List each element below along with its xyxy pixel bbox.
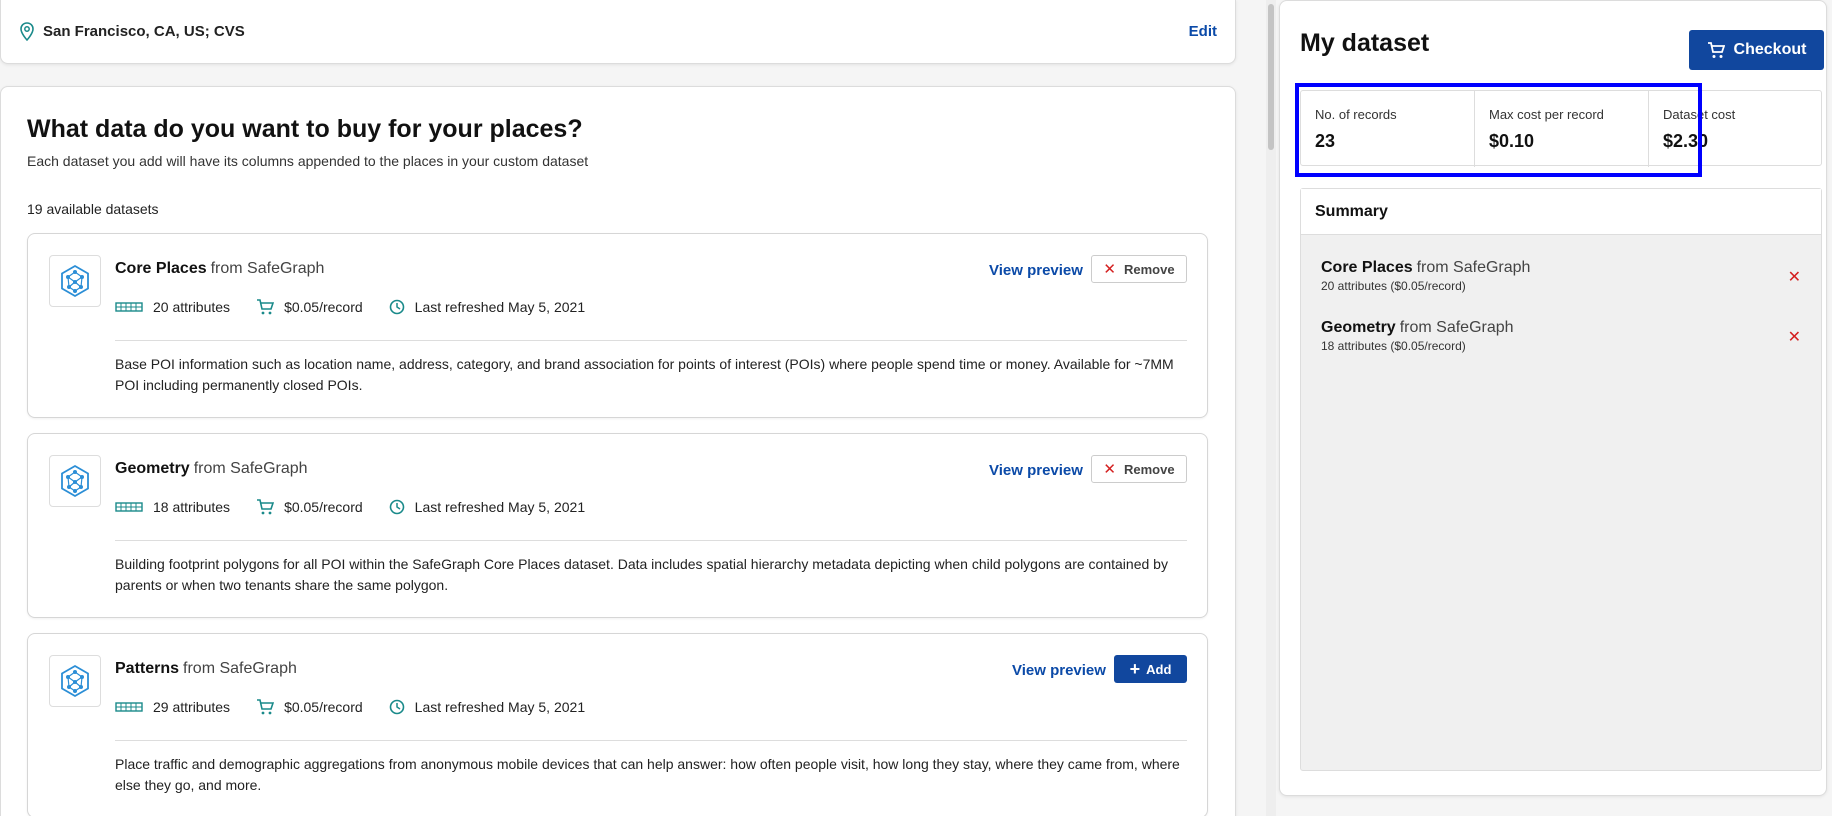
last-refreshed: Last refreshed May 5, 2021 — [414, 499, 586, 515]
price-meta: $0.05/record — [256, 499, 363, 515]
summary-title: Summary — [1301, 189, 1821, 235]
remove-dataset-button[interactable]: ✕ Remove — [1091, 255, 1187, 283]
dataset-title: Core Places from SafeGraph — [115, 260, 324, 278]
cart-icon — [257, 699, 275, 715]
safegraph-logo-icon — [49, 655, 101, 707]
attributes-meta: 20 attributes — [115, 299, 230, 315]
summary-item-source: from SafeGraph — [1416, 259, 1531, 276]
safegraph-logo-icon — [49, 455, 101, 507]
clock-icon — [389, 499, 404, 515]
view-preview-link[interactable]: View preview — [989, 462, 1083, 479]
add-label: Add — [1146, 661, 1172, 677]
clock-icon — [389, 299, 404, 315]
dataset-name: Patterns — [115, 660, 180, 677]
dataset-meta: 29 attributes $0.05/record Last refreshe… — [115, 699, 611, 715]
attributes-count: 18 attributes — [153, 499, 231, 515]
add-dataset-button[interactable]: + Add — [1114, 655, 1187, 683]
summary-item-source: from SafeGraph — [1399, 319, 1514, 336]
price-meta: $0.05/record — [256, 699, 363, 715]
my-dataset-panel: My dataset Checkout No. of records 23 Ma… — [1279, 0, 1827, 796]
last-refreshed: Last refreshed May 5, 2021 — [414, 699, 586, 715]
divider — [115, 540, 1187, 541]
dataset-source: from SafeGraph — [183, 660, 297, 677]
attributes-meta: 29 attributes — [115, 699, 230, 715]
summary-item: Geometry from SafeGraph 18 attributes ($0… — [1321, 319, 1801, 353]
available-datasets-count: 19 available datasets — [27, 201, 159, 217]
price-per-record: $0.05/record — [284, 299, 363, 315]
refresh-meta: Last refreshed May 5, 2021 — [389, 499, 585, 515]
columns-icon — [115, 702, 143, 712]
price-per-record: $0.05/record — [284, 699, 363, 715]
cart-icon — [1707, 41, 1725, 58]
refresh-meta: Last refreshed May 5, 2021 — [389, 699, 585, 715]
cart-icon — [257, 499, 275, 515]
attributes-count: 20 attributes — [153, 299, 231, 315]
dataset-catalog-card: What data do you want to buy for your pl… — [0, 86, 1236, 816]
dataset-title: Geometry from SafeGraph — [115, 460, 308, 478]
divider — [115, 740, 1187, 741]
dataset-description: Base POI information such as location na… — [115, 356, 1174, 393]
safegraph-logo-icon — [49, 255, 101, 307]
dataset-name: Core Places — [115, 260, 207, 277]
dataset-title: Patterns from SafeGraph — [115, 660, 297, 678]
checkout-button[interactable]: Checkout — [1689, 30, 1824, 70]
plus-icon: + — [1129, 658, 1141, 679]
summary-item: Core Places from SafeGraph 20 attributes … — [1321, 259, 1801, 293]
summary-item-attrs: 18 attributes ($0.05/record) — [1321, 339, 1466, 353]
summary-item-name: Core Places — [1321, 259, 1413, 276]
attributes-count: 29 attributes — [153, 699, 231, 715]
columns-icon — [115, 502, 143, 512]
remove-summary-item-icon[interactable]: ✕ — [1788, 267, 1801, 287]
close-icon: ✕ — [1103, 261, 1116, 278]
location-text: San Francisco, CA, US; CVS — [43, 23, 245, 40]
my-dataset-title: My dataset — [1300, 29, 1430, 57]
summary-item-attrs: 20 attributes ($0.05/record) — [1321, 279, 1466, 293]
location-bar: San Francisco, CA, US; CVS Edit — [0, 0, 1236, 64]
summary-panel: Summary Core Places from SafeGraph 20 att… — [1300, 188, 1822, 771]
refresh-meta: Last refreshed May 5, 2021 — [389, 299, 585, 315]
dataset-description: Building footprint polygons for all POI … — [115, 556, 1168, 593]
divider — [115, 340, 1187, 341]
stats-highlight-box — [1295, 83, 1702, 177]
summary-item-name: Geometry — [1321, 319, 1396, 336]
price-meta: $0.05/record — [256, 299, 363, 315]
columns-icon — [115, 302, 143, 312]
dataset-card-patterns: Patterns from SafeGraph 29 attributes $0.… — [27, 633, 1208, 816]
cart-icon — [257, 299, 275, 315]
page-subtitle: Each dataset you add will have its colum… — [27, 153, 589, 169]
dataset-source: from SafeGraph — [193, 460, 308, 477]
remove-label: Remove — [1124, 461, 1175, 477]
dataset-meta: 18 attributes $0.05/record Last refreshe… — [115, 499, 611, 515]
view-preview-link[interactable]: View preview — [1012, 662, 1106, 679]
page-title: What data do you want to buy for your pl… — [27, 115, 583, 143]
scrollbar-thumb[interactable] — [1268, 4, 1274, 150]
remove-dataset-button[interactable]: ✕ Remove — [1091, 455, 1187, 483]
remove-summary-item-icon[interactable]: ✕ — [1788, 327, 1801, 347]
map-pin-icon — [19, 21, 35, 42]
price-per-record: $0.05/record — [284, 499, 363, 515]
dataset-card-geometry: Geometry from SafeGraph 18 attributes $0.… — [27, 433, 1208, 618]
edit-location-link[interactable]: Edit — [1189, 23, 1217, 40]
dataset-meta: 20 attributes $0.05/record Last refreshe… — [115, 299, 611, 315]
last-refreshed: Last refreshed May 5, 2021 — [414, 299, 586, 315]
dataset-description: Place traffic and demographic aggregatio… — [115, 756, 1180, 793]
remove-label: Remove — [1124, 261, 1175, 277]
view-preview-link[interactable]: View preview — [989, 262, 1083, 279]
clock-icon — [389, 699, 404, 715]
summary-item-title: Core Places from SafeGraph — [1321, 259, 1801, 277]
summary-item-title: Geometry from SafeGraph — [1321, 319, 1801, 337]
attributes-meta: 18 attributes — [115, 499, 230, 515]
dataset-source: from SafeGraph — [210, 260, 325, 277]
close-icon: ✕ — [1103, 461, 1116, 478]
dataset-name: Geometry — [115, 460, 190, 477]
dataset-card-core-places: Core Places from SafeGraph 20 attributes … — [27, 233, 1208, 418]
checkout-label: Checkout — [1733, 41, 1807, 58]
